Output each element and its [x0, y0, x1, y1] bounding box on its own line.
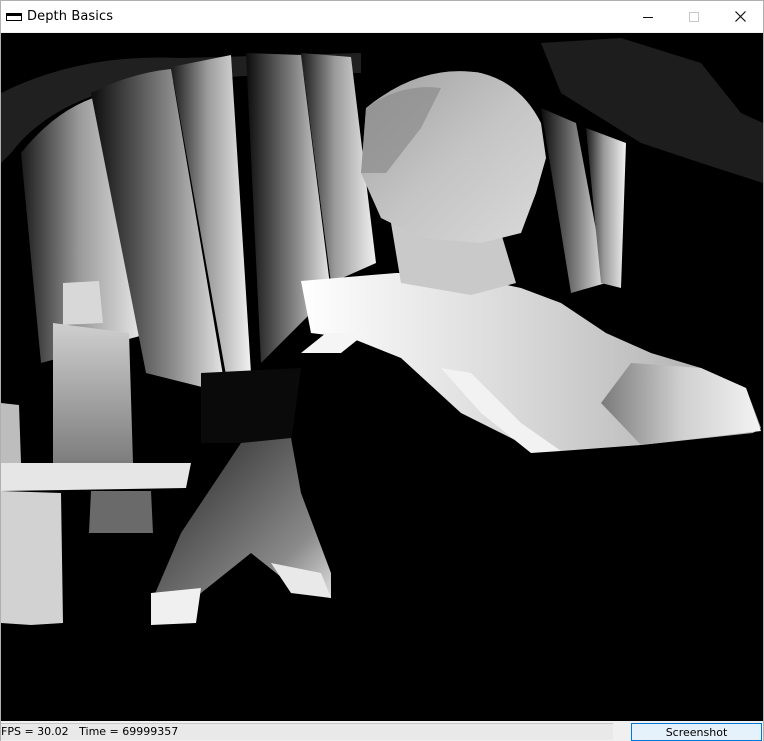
close-button[interactable]: [717, 1, 763, 32]
screenshot-button[interactable]: Screenshot: [631, 723, 762, 741]
title-bar[interactable]: Depth Basics: [1, 1, 763, 32]
minimize-icon: [643, 16, 653, 18]
depth-image: [1, 33, 763, 721]
maximize-icon: [689, 11, 699, 22]
depth-image-view: [1, 33, 763, 721]
maximize-button[interactable]: [671, 1, 717, 32]
app-window-icon: [6, 9, 22, 25]
caption-buttons: [625, 1, 763, 32]
window-title: Depth Basics: [27, 9, 114, 24]
minimize-button[interactable]: [625, 1, 671, 32]
close-icon: [734, 11, 746, 22]
depth-basics-window: Depth Basics FPS = 30.02 Time = 69999357…: [0, 0, 764, 741]
status-bar: FPS = 30.02 Time = 69999357 Screenshot: [1, 722, 763, 741]
status-text: FPS = 30.02 Time = 69999357: [1, 723, 613, 740]
